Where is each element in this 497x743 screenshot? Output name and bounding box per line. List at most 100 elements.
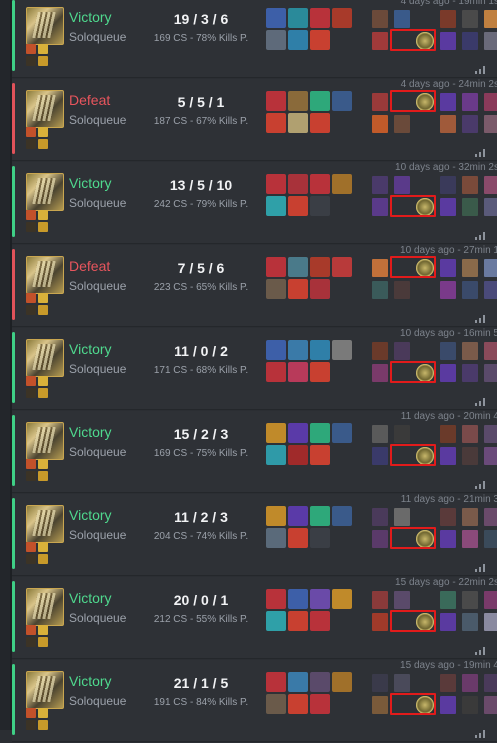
match-history-list[interactable]: Victory Soloqueue 19 / 3 / 6 169 CS - 78% K… bbox=[12, 0, 497, 743]
participant-champion-icon[interactable] bbox=[484, 342, 497, 360]
item-icon[interactable] bbox=[288, 113, 308, 133]
item-icon[interactable] bbox=[310, 30, 330, 50]
participant-champion-icon[interactable] bbox=[484, 93, 497, 111]
champion-portrait[interactable] bbox=[26, 173, 64, 211]
participant-champion-icon[interactable] bbox=[484, 281, 497, 299]
item-icon[interactable] bbox=[310, 694, 330, 714]
participant-champion-icon[interactable] bbox=[372, 10, 388, 28]
item-icon[interactable] bbox=[266, 445, 286, 465]
participant-champion-icon[interactable] bbox=[462, 447, 478, 465]
item-icon[interactable] bbox=[288, 611, 308, 631]
player-champion-icon[interactable] bbox=[416, 32, 434, 50]
item-icon[interactable] bbox=[266, 589, 286, 609]
participant-champion-icon[interactable] bbox=[372, 508, 388, 526]
item-icon[interactable] bbox=[266, 113, 286, 133]
champion-portrait[interactable] bbox=[26, 339, 64, 377]
player-champion-icon[interactable] bbox=[416, 198, 434, 216]
participant-champion-icon[interactable] bbox=[484, 10, 497, 28]
item-icon[interactable] bbox=[310, 611, 330, 631]
item-icon[interactable] bbox=[332, 672, 352, 692]
participant-champion-icon[interactable] bbox=[372, 696, 388, 714]
participant-champion-icon[interactable] bbox=[440, 281, 456, 299]
item-icon[interactable] bbox=[288, 445, 308, 465]
participant-champion-icon[interactable] bbox=[394, 281, 410, 299]
item-icon[interactable] bbox=[310, 8, 330, 28]
match-row[interactable]: Victory Soloqueue 13 / 5 / 10 242 CS - 79% … bbox=[12, 162, 497, 244]
item-icon[interactable] bbox=[266, 174, 286, 194]
item-icon[interactable] bbox=[310, 279, 330, 299]
item-icon[interactable] bbox=[288, 362, 308, 382]
participant-champion-icon[interactable] bbox=[462, 613, 478, 631]
match-row[interactable]: Victory Soloqueue 11 / 2 / 3 204 CS - 74% K… bbox=[12, 494, 497, 576]
participant-champion-icon[interactable] bbox=[462, 198, 478, 216]
participant-champion-icon[interactable] bbox=[484, 32, 497, 50]
item-icon[interactable] bbox=[332, 91, 352, 111]
participant-champion-icon[interactable] bbox=[372, 93, 388, 111]
champion-portrait[interactable] bbox=[26, 90, 64, 128]
participant-champion-icon[interactable] bbox=[440, 613, 456, 631]
match-row[interactable]: Defeat Soloqueue 7 / 5 / 6 223 CS - 65% Kil… bbox=[12, 245, 497, 327]
item-icon[interactable] bbox=[288, 91, 308, 111]
participant-champion-icon[interactable] bbox=[440, 591, 456, 609]
participant-champion-icon[interactable] bbox=[484, 530, 497, 548]
participant-champion-icon[interactable] bbox=[372, 613, 388, 631]
participant-champion-icon[interactable] bbox=[462, 176, 478, 194]
participant-champion-icon[interactable] bbox=[462, 508, 478, 526]
item-icon[interactable] bbox=[288, 423, 308, 443]
participant-champion-icon[interactable] bbox=[462, 674, 478, 692]
champion-portrait[interactable] bbox=[26, 256, 64, 294]
player-champion-icon[interactable] bbox=[416, 696, 434, 714]
participant-champion-icon[interactable] bbox=[484, 176, 497, 194]
champion-portrait[interactable] bbox=[26, 671, 64, 709]
participant-champion-icon[interactable] bbox=[394, 425, 410, 443]
participant-champion-icon[interactable] bbox=[440, 115, 456, 133]
participant-champion-icon[interactable] bbox=[462, 259, 478, 277]
item-icon[interactable] bbox=[266, 423, 286, 443]
item-icon[interactable] bbox=[310, 91, 330, 111]
participant-champion-icon[interactable] bbox=[372, 425, 388, 443]
participant-champion-icon[interactable] bbox=[462, 696, 478, 714]
item-icon[interactable] bbox=[266, 196, 286, 216]
item-icon[interactable] bbox=[310, 362, 330, 382]
champion-portrait[interactable] bbox=[26, 505, 64, 543]
participant-champion-icon[interactable] bbox=[462, 364, 478, 382]
player-champion-icon[interactable] bbox=[416, 447, 434, 465]
participant-champion-icon[interactable] bbox=[372, 530, 388, 548]
item-icon[interactable] bbox=[332, 8, 352, 28]
empty-item-slot[interactable] bbox=[310, 528, 330, 548]
participant-champion-icon[interactable] bbox=[484, 198, 497, 216]
participant-champion-icon[interactable] bbox=[462, 115, 478, 133]
item-icon[interactable] bbox=[288, 8, 308, 28]
item-icon[interactable] bbox=[310, 340, 330, 360]
item-icon[interactable] bbox=[310, 445, 330, 465]
match-row[interactable]: Victory Soloqueue 11 / 0 / 2 171 CS - 68% K… bbox=[12, 328, 497, 410]
player-champion-icon[interactable] bbox=[416, 259, 434, 277]
item-icon[interactable] bbox=[310, 174, 330, 194]
participant-champion-icon[interactable] bbox=[440, 425, 456, 443]
participant-champion-icon[interactable] bbox=[462, 342, 478, 360]
participant-champion-icon[interactable] bbox=[372, 32, 388, 50]
participant-champion-icon[interactable] bbox=[440, 198, 456, 216]
participant-champion-icon[interactable] bbox=[372, 176, 388, 194]
participant-champion-icon[interactable] bbox=[394, 10, 410, 28]
participant-champion-icon[interactable] bbox=[394, 508, 410, 526]
item-icon[interactable] bbox=[266, 362, 286, 382]
item-icon[interactable] bbox=[332, 589, 352, 609]
item-icon[interactable] bbox=[266, 694, 286, 714]
item-icon[interactable] bbox=[288, 340, 308, 360]
item-icon[interactable] bbox=[266, 91, 286, 111]
item-icon[interactable] bbox=[288, 694, 308, 714]
participant-champion-icon[interactable] bbox=[462, 93, 478, 111]
match-row[interactable]: Victory Soloqueue 15 / 2 / 3 169 CS - 75% K… bbox=[12, 411, 497, 493]
participant-champion-icon[interactable] bbox=[372, 281, 388, 299]
participant-champion-icon[interactable] bbox=[462, 425, 478, 443]
participant-champion-icon[interactable] bbox=[484, 508, 497, 526]
participant-champion-icon[interactable] bbox=[484, 259, 497, 277]
item-icon[interactable] bbox=[266, 611, 286, 631]
item-icon[interactable] bbox=[266, 672, 286, 692]
item-icon[interactable] bbox=[266, 8, 286, 28]
item-icon[interactable] bbox=[288, 196, 308, 216]
item-icon[interactable] bbox=[310, 423, 330, 443]
item-icon[interactable] bbox=[310, 672, 330, 692]
item-icon[interactable] bbox=[266, 279, 286, 299]
